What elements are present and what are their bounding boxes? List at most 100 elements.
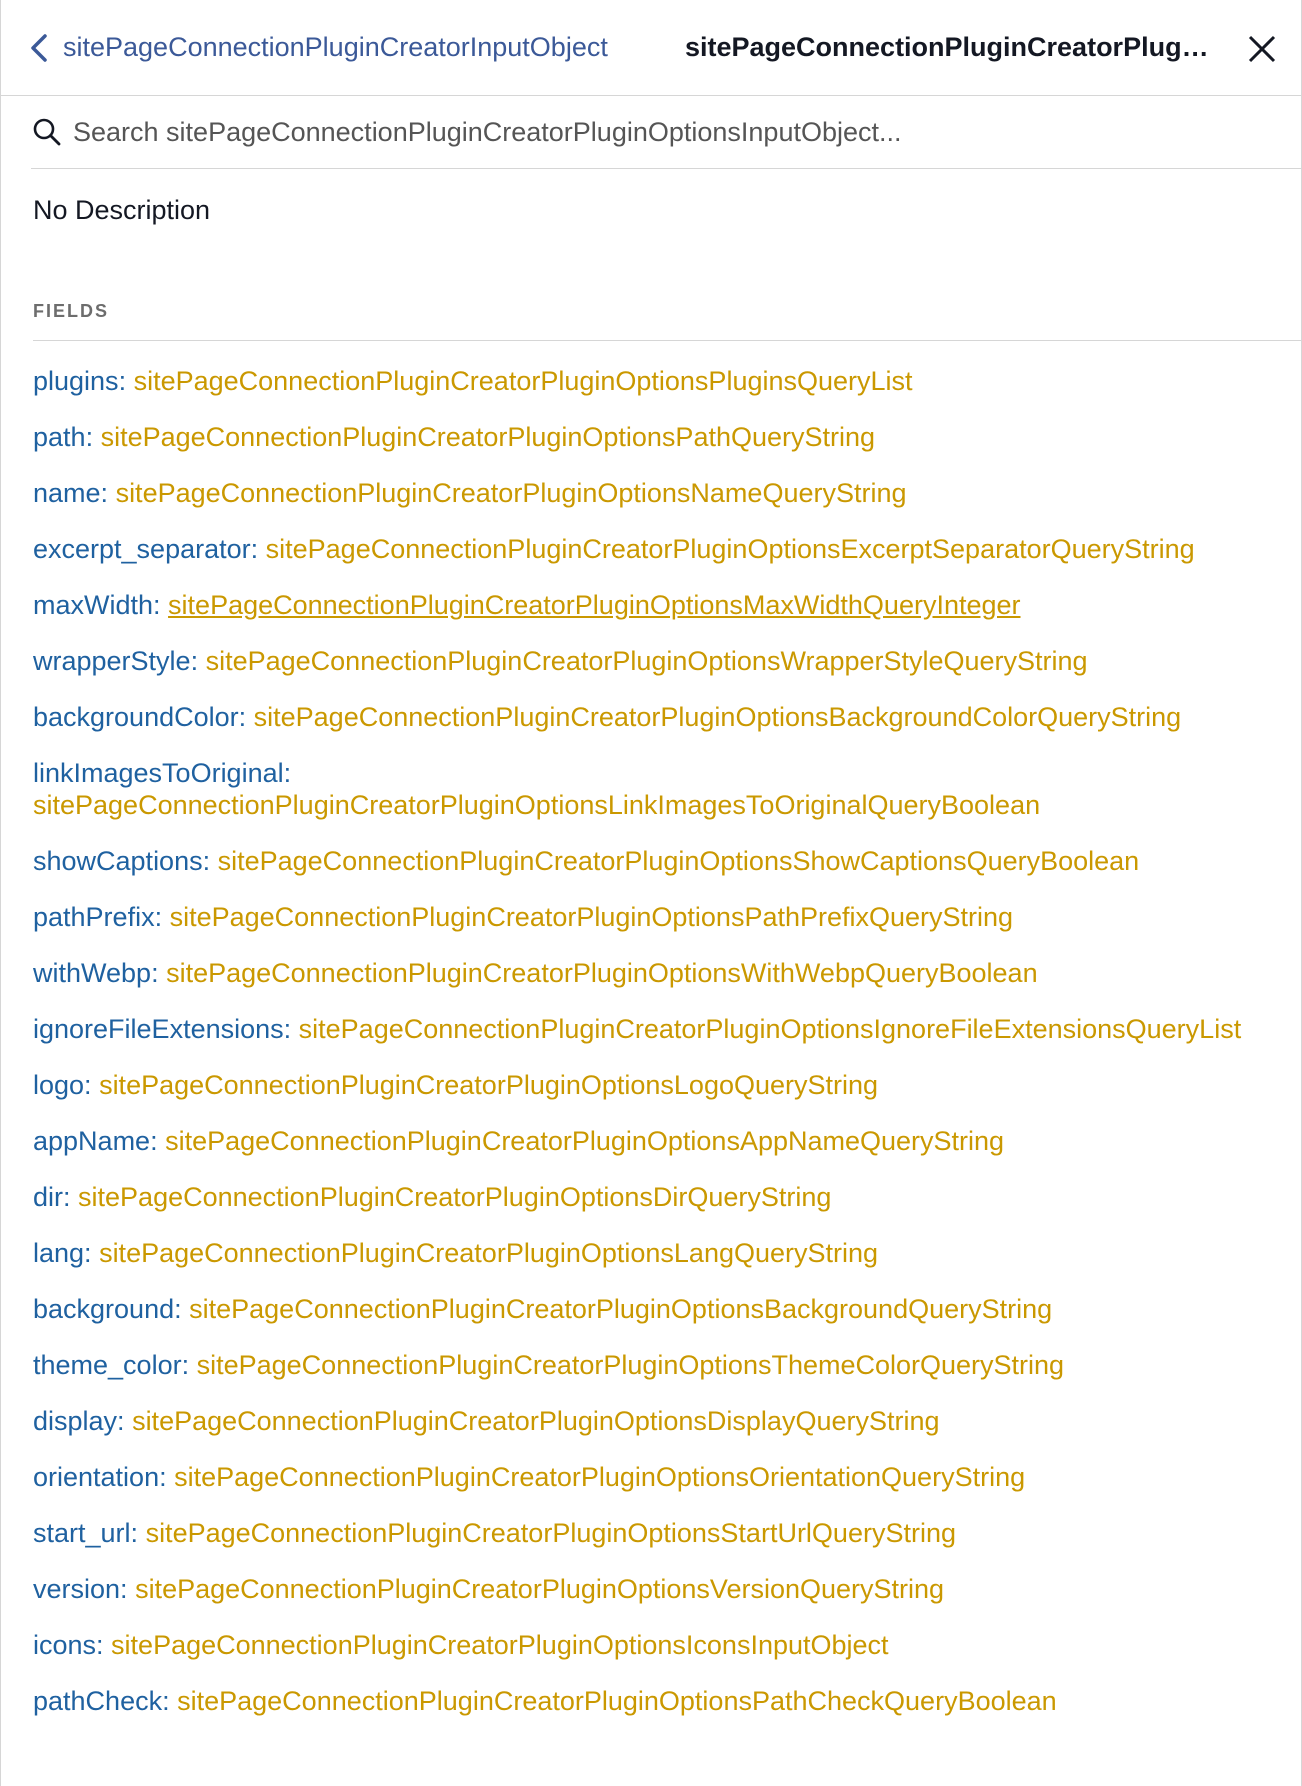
field-name[interactable]: excerpt_separator: [33, 534, 251, 564]
field-colon: :: [84, 1070, 100, 1100]
search-input[interactable]: [73, 116, 1273, 148]
field-name[interactable]: plugins: [33, 366, 119, 396]
fields-list: plugins: sitePageConnectionPluginCreator…: [33, 341, 1301, 1717]
field-type-link[interactable]: sitePageConnectionPluginCreatorPluginOpt…: [170, 902, 1013, 932]
field-colon: :: [118, 366, 134, 396]
field-type-link[interactable]: sitePageConnectionPluginCreatorPluginOpt…: [174, 1462, 1025, 1492]
field-name[interactable]: orientation: [33, 1462, 159, 1492]
field-type-link[interactable]: sitePageConnectionPluginCreatorPluginOpt…: [99, 1238, 878, 1268]
doc-explorer-panel: sitePageConnectionPluginCreatorInputObje…: [0, 0, 1302, 1786]
field-name[interactable]: maxWidth: [33, 590, 153, 620]
field-row: theme_color: sitePageConnectionPluginCre…: [33, 1349, 1283, 1381]
field-type-link[interactable]: sitePageConnectionPluginCreatorPluginOpt…: [254, 702, 1182, 732]
field-name[interactable]: theme_color: [33, 1350, 182, 1380]
field-colon: :: [174, 1294, 190, 1324]
field-name[interactable]: path: [33, 422, 86, 452]
field-type-link[interactable]: sitePageConnectionPluginCreatorPluginOpt…: [135, 1574, 944, 1604]
field-type-link[interactable]: sitePageConnectionPluginCreatorPluginOpt…: [299, 1014, 1242, 1044]
field-colon: :: [190, 646, 206, 676]
field-name[interactable]: ignoreFileExtensions: [33, 1014, 284, 1044]
field-colon: :: [63, 1182, 79, 1212]
field-colon: :: [250, 534, 266, 564]
field-row: name: sitePageConnectionPluginCreatorPlu…: [33, 477, 1283, 509]
field-name[interactable]: backgroundColor: [33, 702, 239, 732]
field-type-link[interactable]: sitePageConnectionPluginCreatorPluginOpt…: [189, 1294, 1052, 1324]
field-row: linkImagesToOriginal: sitePageConnection…: [33, 757, 1283, 821]
field-type-link[interactable]: sitePageConnectionPluginCreatorPluginOpt…: [134, 366, 913, 396]
field-row: lang: sitePageConnectionPluginCreatorPlu…: [33, 1237, 1283, 1269]
field-colon: :: [96, 1630, 112, 1660]
field-name[interactable]: background: [33, 1294, 174, 1324]
field-row: display: sitePageConnectionPluginCreator…: [33, 1405, 1283, 1437]
search-icon: [33, 118, 61, 146]
field-row: showCaptions: sitePageConnectionPluginCr…: [33, 845, 1283, 877]
field-name[interactable]: withWebp: [33, 958, 151, 988]
field-type-link[interactable]: sitePageConnectionPluginCreatorPluginOpt…: [132, 1406, 939, 1436]
field-type-link[interactable]: sitePageConnectionPluginCreatorPluginOpt…: [33, 790, 1040, 820]
field-colon: :: [181, 1350, 197, 1380]
field-colon: :: [238, 702, 254, 732]
field-row: excerpt_separator: sitePageConnectionPlu…: [33, 533, 1283, 565]
field-colon: :: [283, 758, 292, 788]
field-colon: :: [283, 1014, 299, 1044]
field-type-link[interactable]: sitePageConnectionPluginCreatorPluginOpt…: [177, 1686, 1057, 1716]
field-colon: :: [100, 478, 116, 508]
back-button-label: sitePageConnectionPluginCreatorInputObje…: [63, 32, 608, 62]
field-type-link[interactable]: sitePageConnectionPluginCreatorPluginOpt…: [218, 846, 1140, 876]
field-type-link[interactable]: sitePageConnectionPluginCreatorPluginOpt…: [206, 646, 1088, 676]
field-name[interactable]: lang: [33, 1238, 84, 1268]
field-row: appName: sitePageConnectionPluginCreator…: [33, 1125, 1283, 1157]
field-row: path: sitePageConnectionPluginCreatorPlu…: [33, 421, 1283, 453]
back-button[interactable]: sitePageConnectionPluginCreatorInputObje…: [29, 32, 608, 63]
field-row: pathCheck: sitePageConnectionPluginCreat…: [33, 1685, 1283, 1717]
field-type-link[interactable]: sitePageConnectionPluginCreatorPluginOpt…: [146, 1518, 956, 1548]
field-type-link[interactable]: sitePageConnectionPluginCreatorPluginOpt…: [116, 478, 907, 508]
field-type-link[interactable]: sitePageConnectionPluginCreatorPluginOpt…: [266, 534, 1195, 564]
field-name[interactable]: name: [33, 478, 101, 508]
field-name[interactable]: start_url: [33, 1518, 131, 1548]
field-type-link[interactable]: sitePageConnectionPluginCreatorPluginOpt…: [168, 590, 1020, 620]
field-row: ignoreFileExtensions: sitePageConnection…: [33, 1013, 1283, 1045]
field-colon: :: [151, 958, 167, 988]
field-type-link[interactable]: sitePageConnectionPluginCreatorPluginOpt…: [111, 1630, 888, 1660]
fields-section-title: FIELDS: [33, 301, 1301, 341]
field-row: start_url: sitePageConnectionPluginCreat…: [33, 1517, 1283, 1549]
field-type-link[interactable]: sitePageConnectionPluginCreatorPluginOpt…: [197, 1350, 1064, 1380]
field-row: orientation: sitePageConnectionPluginCre…: [33, 1461, 1283, 1493]
close-icon[interactable]: [1245, 32, 1279, 66]
doc-explorer-header: sitePageConnectionPluginCreatorInputObje…: [1, 0, 1301, 96]
field-name[interactable]: logo: [33, 1070, 84, 1100]
field-name[interactable]: pathCheck: [33, 1686, 162, 1716]
field-colon: :: [85, 422, 101, 452]
field-type-link[interactable]: sitePageConnectionPluginCreatorPluginOpt…: [99, 1070, 878, 1100]
field-row: background: sitePageConnectionPluginCrea…: [33, 1293, 1283, 1325]
field-colon: :: [120, 1574, 136, 1604]
field-row: withWebp: sitePageConnectionPluginCreato…: [33, 957, 1283, 989]
field-row: logo: sitePageConnectionPluginCreatorPlu…: [33, 1069, 1283, 1101]
field-name[interactable]: version: [33, 1574, 120, 1604]
field-type-link[interactable]: sitePageConnectionPluginCreatorPluginOpt…: [101, 422, 875, 452]
field-colon: :: [84, 1238, 100, 1268]
field-colon: :: [130, 1518, 146, 1548]
field-name[interactable]: display: [33, 1406, 117, 1436]
field-name[interactable]: wrapperStyle: [33, 646, 191, 676]
field-row: plugins: sitePageConnectionPluginCreator…: [33, 365, 1283, 397]
field-name[interactable]: showCaptions: [33, 846, 203, 876]
field-type-link[interactable]: sitePageConnectionPluginCreatorPluginOpt…: [78, 1182, 831, 1212]
field-name[interactable]: appName: [33, 1126, 150, 1156]
field-colon: :: [117, 1406, 133, 1436]
field-type-link[interactable]: sitePageConnectionPluginCreatorPluginOpt…: [166, 958, 1038, 988]
field-row: icons: sitePageConnectionPluginCreatorPl…: [33, 1629, 1283, 1661]
field-name[interactable]: icons: [33, 1630, 96, 1660]
field-name[interactable]: linkImagesToOriginal: [33, 758, 284, 788]
field-colon: :: [150, 1126, 166, 1156]
field-row: wrapperStyle: sitePageConnectionPluginCr…: [33, 645, 1283, 677]
field-name[interactable]: pathPrefix: [33, 902, 155, 932]
field-colon: :: [159, 1462, 175, 1492]
chevron-left-icon: [31, 33, 47, 62]
field-colon: :: [154, 902, 170, 932]
page-title: sitePageConnectionPluginCreatorPluginOpt…: [685, 32, 1215, 62]
field-colon: :: [202, 846, 218, 876]
field-type-link[interactable]: sitePageConnectionPluginCreatorPluginOpt…: [165, 1126, 1004, 1156]
field-name[interactable]: dir: [33, 1182, 63, 1212]
